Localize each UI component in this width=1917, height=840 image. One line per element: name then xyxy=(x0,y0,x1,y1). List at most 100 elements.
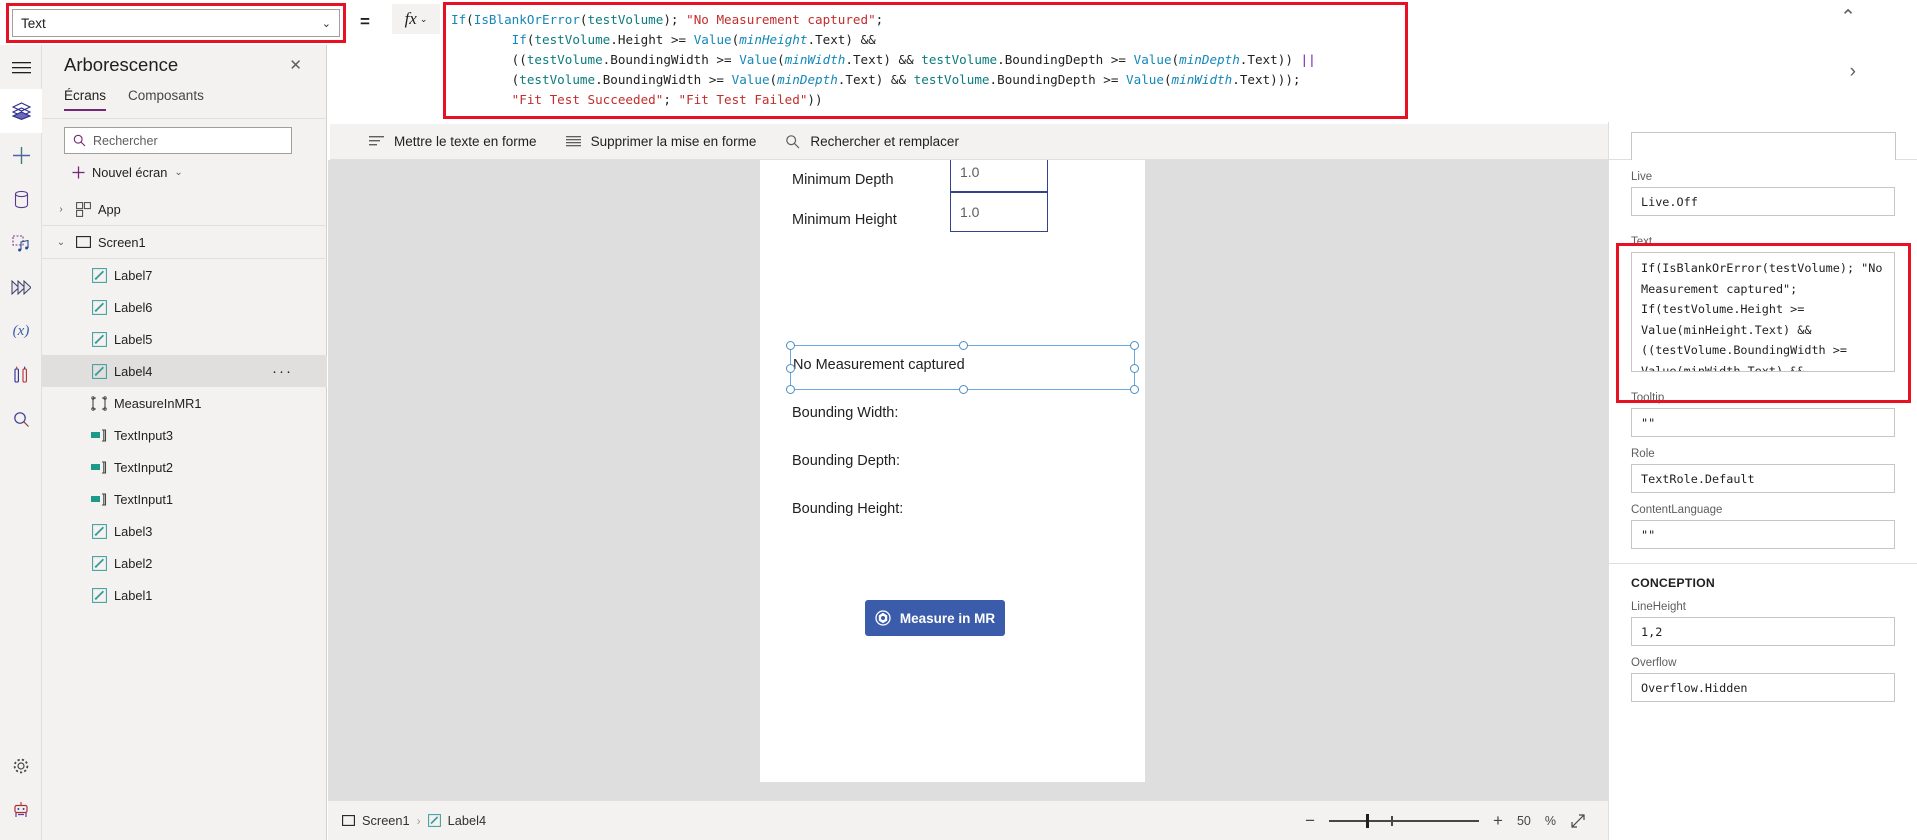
remove-format-button[interactable]: Supprimer la mise en forme xyxy=(551,124,771,160)
tree-item-label5[interactable]: Label5 xyxy=(42,323,327,355)
variables-icon[interactable]: (x) xyxy=(0,309,42,353)
breadcrumb-label-screen1: Screen1 xyxy=(362,813,410,828)
breadcrumb-item-screen1[interactable]: Screen1 xyxy=(342,813,410,828)
search-replace-button[interactable]: Rechercher et remplacer xyxy=(770,124,973,160)
tree-item-label2[interactable]: Label2 xyxy=(42,547,327,579)
text-input-icon xyxy=(86,492,112,506)
zoom-controls: − + 50 % xyxy=(1305,812,1608,829)
property-selector-dropdown[interactable]: Text ⌄ xyxy=(12,9,340,37)
resize-handle-bottom-center[interactable] xyxy=(959,385,968,394)
property-selector-value: Text xyxy=(21,15,46,31)
chevron-right-icon[interactable]: › xyxy=(1850,62,1856,81)
tree-view-icon[interactable] xyxy=(0,89,42,133)
chevron-right-icon[interactable]: › xyxy=(52,204,70,215)
property-text-value[interactable]: If(IsBlankOrError(testVolume); "No Measu… xyxy=(1631,252,1895,372)
tab-composants[interactable]: Composants xyxy=(128,88,204,111)
property-role-value[interactable]: TextRole.Default xyxy=(1631,464,1895,493)
media-icon[interactable] xyxy=(0,221,42,265)
tree-item-label3[interactable]: Label3 xyxy=(42,515,327,547)
copilot-bot-icon[interactable] xyxy=(0,788,42,832)
property-live-value[interactable]: Live.Off xyxy=(1631,187,1895,216)
canvas-input-min-height[interactable]: 1.0 xyxy=(950,192,1048,232)
tree-item-label1[interactable]: Label1 xyxy=(42,579,327,611)
tree-item-measureinmr1[interactable]: MeasureInMR1 xyxy=(42,387,327,419)
tree-item-textinput1[interactable]: TextInput1 xyxy=(42,483,327,515)
resize-handle-middle-left[interactable] xyxy=(786,364,795,373)
zoom-percent-value: 50 xyxy=(1516,813,1531,828)
new-screen-button[interactable]: Nouvel écran ⌄ xyxy=(72,165,183,180)
app-grid-icon xyxy=(70,201,96,217)
left-icon-rail: (x) xyxy=(0,45,42,840)
search-input[interactable]: Rechercher xyxy=(64,127,292,154)
property-tooltip-value[interactable]: "" xyxy=(1631,408,1895,437)
label-icon xyxy=(86,587,112,603)
label-icon xyxy=(427,814,441,827)
resize-handle-bottom-left[interactable] xyxy=(786,385,795,394)
measure-in-mr-button[interactable]: Measure in MR xyxy=(865,600,1005,636)
settings-gear-icon[interactable] xyxy=(0,744,42,788)
canvas-label-minimum-depth: Minimum Depth xyxy=(792,172,894,188)
tree-item-list: › App ⌄ Screen1 Label7 Label6 Label5 Label4 ··· M… xyxy=(42,193,327,611)
property-lineheight-value[interactable]: 1,2 xyxy=(1631,617,1895,646)
format-text-button[interactable]: Mettre le texte en forme xyxy=(354,124,551,160)
search-icon[interactable] xyxy=(0,397,42,441)
insert-add-icon[interactable] xyxy=(0,133,42,177)
bottom-status-bar: Screen1 › Label4 − + 50 % xyxy=(328,800,1608,840)
tree-item-screen1[interactable]: ⌄ Screen1 xyxy=(42,226,327,258)
measure-mr-icon xyxy=(86,395,112,411)
canvas-input-min-depth[interactable]: 1.0 xyxy=(950,160,1048,192)
equals-sign: = xyxy=(360,12,370,31)
tree-item-app[interactable]: › App xyxy=(42,193,327,225)
zoom-slider-track xyxy=(1329,819,1480,822)
chevron-down-icon[interactable]: ⌄ xyxy=(52,237,70,248)
zoom-slider-thumb[interactable] xyxy=(1366,813,1370,828)
tree-item-label: TextInput2 xyxy=(114,459,174,475)
tree-item-label: Label2 xyxy=(114,555,153,571)
hamburger-menu-icon[interactable] xyxy=(0,45,42,89)
more-options-icon[interactable]: ··· xyxy=(272,363,293,380)
tree-item-textinput3[interactable]: TextInput3 xyxy=(42,419,327,451)
canvas-label-bounding-height: Bounding Height: xyxy=(792,501,904,517)
tree-item-label4[interactable]: Label4 ··· xyxy=(42,355,327,387)
resize-handle-middle-right[interactable] xyxy=(1130,364,1139,373)
canvas-area[interactable]: Minimum Depth Minimum Height 1.0 1.0 No … xyxy=(328,160,1608,800)
fx-button[interactable]: fx ⌄ xyxy=(392,4,440,34)
zoom-out-button[interactable]: − xyxy=(1305,812,1315,829)
property-lineheight-label: LineHeight xyxy=(1631,601,1686,613)
tree-item-label6[interactable]: Label6 xyxy=(42,291,327,323)
tree-item-label7[interactable]: Label7 xyxy=(42,259,327,291)
resize-handle-bottom-right[interactable] xyxy=(1130,385,1139,394)
chevron-up-icon[interactable]: ⌃ xyxy=(1840,8,1856,27)
property-text-label: Text xyxy=(1631,236,1653,248)
breadcrumb-label-label4: Label4 xyxy=(447,813,487,828)
tree-item-label: Label5 xyxy=(114,331,153,347)
zoom-slider[interactable] xyxy=(1329,813,1480,828)
tree-item-label: Label4 xyxy=(114,363,153,379)
tab-ecrans[interactable]: Écrans xyxy=(64,88,107,111)
zoom-in-button[interactable]: + xyxy=(1493,812,1503,829)
property-overflow-value[interactable]: Overflow.Hidden xyxy=(1631,673,1895,702)
power-automate-icon[interactable] xyxy=(0,265,42,309)
formula-input[interactable]: If(IsBlankOrError(testVolume); "No Measu… xyxy=(451,10,1316,110)
app-screen-preview: Minimum Depth Minimum Height 1.0 1.0 No … xyxy=(760,160,1145,782)
tree-panel-tabs: Écrans Composants xyxy=(64,88,204,111)
canvas-selected-label[interactable]: No Measurement captured xyxy=(786,341,1139,394)
tree-item-label: Label1 xyxy=(114,587,153,603)
data-source-icon[interactable] xyxy=(0,177,42,221)
property-overflow-label: Overflow xyxy=(1631,657,1677,669)
monitor-tools-icon[interactable] xyxy=(0,353,42,397)
close-icon[interactable]: ✕ xyxy=(289,58,302,73)
fit-to-screen-icon[interactable] xyxy=(1570,813,1586,829)
property-selector-highlight: Text ⌄ xyxy=(6,3,346,43)
resize-handle-top-left[interactable] xyxy=(786,341,795,350)
search-replace-icon xyxy=(784,134,801,149)
breadcrumb-item-label4[interactable]: Label4 xyxy=(427,813,487,828)
tree-item-textinput2[interactable]: TextInput2 xyxy=(42,451,327,483)
resize-handle-top-center[interactable] xyxy=(959,341,968,350)
resize-handle-top-right[interactable] xyxy=(1130,341,1139,350)
property-contentlanguage-value[interactable]: "" xyxy=(1631,520,1895,549)
label-icon xyxy=(86,299,112,315)
chevron-down-icon: ⌄ xyxy=(321,17,331,30)
plus-icon xyxy=(72,166,85,179)
tree-item-label: MeasureInMR1 xyxy=(114,395,202,411)
